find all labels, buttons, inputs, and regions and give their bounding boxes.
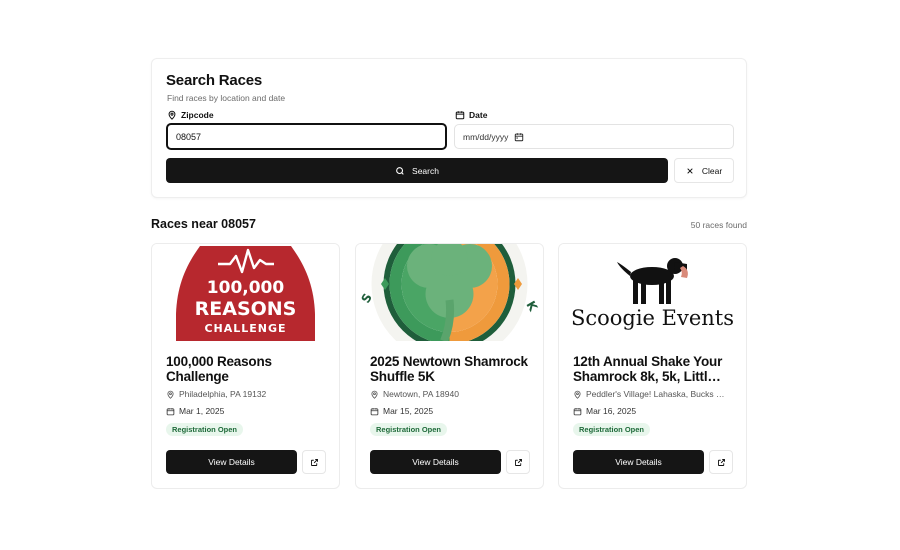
race-date: Mar 1, 2025 (166, 406, 331, 416)
race-location: Philadelphia, PA 19132 (166, 389, 331, 399)
calendar-icon (370, 407, 379, 415)
logo-line3: CHALLENGE (204, 322, 286, 335)
race-card: 100,000 REASONS CHALLENGE 100,000 Reason… (151, 243, 340, 489)
status-badge: Registration Open (166, 423, 244, 436)
calendar-picker-icon[interactable] (514, 132, 524, 142)
date-label-text: Date (469, 110, 488, 120)
race-name: 12th Annual Shake Your Shamrock 8k, 5k, … (573, 354, 723, 384)
race-date-text: Mar 1, 2025 (179, 406, 225, 416)
race-card: S K 2025 Newtown Shamrock Shuffle 5K New… (355, 243, 544, 489)
date-placeholder: mm/dd/yyyy (463, 131, 509, 142)
race-location: Peddler's Village! Lahaska, Bucks … (573, 389, 738, 399)
external-link-icon (717, 458, 725, 466)
search-title: Search Races (166, 72, 263, 89)
race-date: Mar 15, 2025 (370, 406, 535, 416)
race-logo-image: Scoogie Events (559, 244, 746, 341)
external-link-icon (514, 458, 522, 466)
external-link-button[interactable] (709, 450, 733, 474)
zipcode-input[interactable] (166, 123, 447, 150)
calendar-icon (455, 111, 465, 120)
search-button[interactable]: Search (166, 158, 668, 183)
calendar-icon (573, 407, 582, 415)
view-details-button[interactable]: View Details (370, 450, 501, 474)
race-date-text: Mar 15, 2025 (383, 406, 434, 416)
race-location-text: Philadelphia, PA 19132 (179, 389, 267, 399)
external-link-icon (310, 458, 318, 466)
map-pin-icon (167, 390, 174, 399)
race-location-text: Newtown, PA 18940 (383, 389, 459, 399)
date-input[interactable]: mm/dd/yyyy (454, 124, 734, 149)
view-details-button[interactable]: View Details (573, 450, 704, 474)
view-details-button[interactable]: View Details (166, 450, 297, 474)
zipcode-label: Zipcode (167, 110, 214, 120)
race-card: Scoogie Events 12th Annual Shake Your Sh… (558, 243, 747, 489)
search-button-label: Search (412, 165, 439, 176)
race-location: Newtown, PA 18940 (370, 389, 535, 399)
search-icon (396, 166, 404, 175)
search-panel: Search Races Find races by location and … (151, 58, 747, 198)
close-icon (687, 167, 693, 174)
race-location-text: Peddler's Village! Lahaska, Bucks … (586, 389, 725, 399)
results-heading: Races near 08057 (151, 217, 256, 231)
zipcode-label-text: Zipcode (181, 110, 214, 120)
logo-line1: 100,000 (207, 278, 285, 298)
clear-button[interactable]: Clear (674, 158, 734, 183)
race-date-text: Mar 16, 2025 (586, 406, 637, 416)
status-badge: Registration Open (370, 423, 448, 436)
search-subtitle: Find races by location and date (167, 93, 286, 103)
scoogie-events-logo: Scoogie Events (559, 244, 746, 341)
race-date: Mar 16, 2025 (573, 406, 738, 416)
status-badge: Registration Open (573, 423, 651, 436)
logo-line2: REASONS (195, 298, 297, 320)
race-logo-image: 100,000 REASONS CHALLENGE (152, 244, 339, 341)
race-name: 100,000 Reasons Challenge (166, 354, 272, 384)
clear-button-label: Clear (701, 165, 723, 176)
race-logo-image: S K (356, 244, 543, 341)
map-pin-icon (168, 110, 176, 120)
calendar-icon (166, 407, 175, 415)
external-link-button[interactable] (506, 450, 530, 474)
results-count: 50 races found (690, 220, 747, 230)
race-name: 2025 Newtown Shamrock Shuffle 5K (370, 354, 528, 384)
shamrock-shuffle-logo: S K (356, 244, 543, 341)
date-label: Date (455, 110, 487, 120)
external-link-button[interactable] (302, 450, 326, 474)
reasons-challenge-logo: 100,000 REASONS CHALLENGE (152, 244, 339, 341)
logo-text: Scoogie Events (571, 306, 734, 330)
map-pin-icon (574, 390, 581, 399)
map-pin-icon (371, 390, 378, 399)
